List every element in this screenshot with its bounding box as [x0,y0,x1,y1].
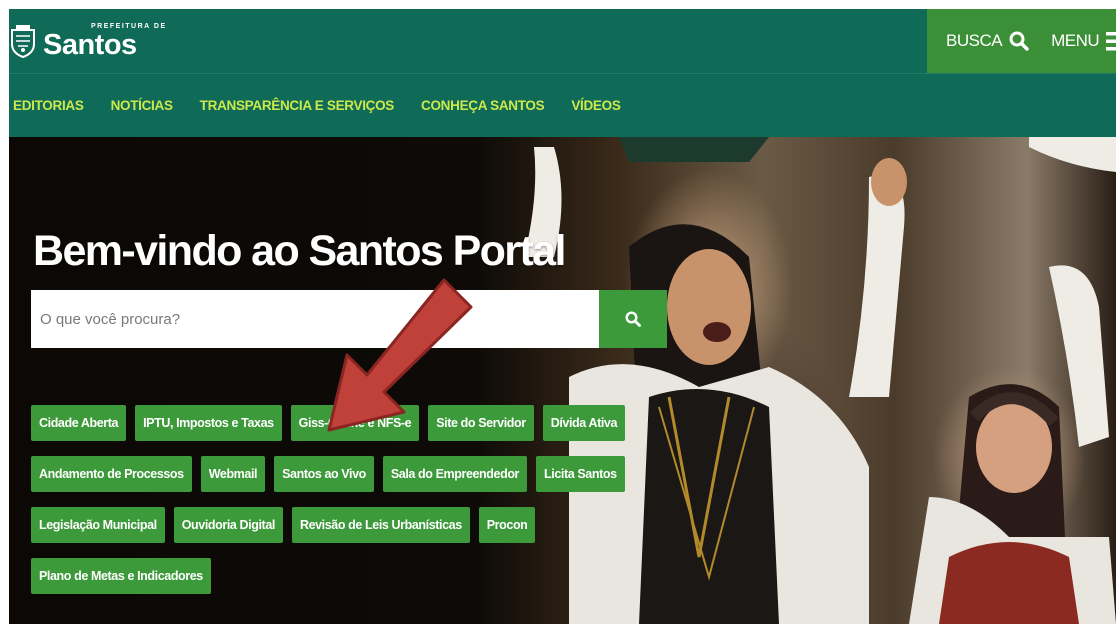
nav-transparencia[interactable]: TRANSPARÊNCIA E SERVIÇOS [200,98,395,113]
quick-link-divida-ativa[interactable]: Dívida Ativa [542,405,626,441]
search-button[interactable] [599,290,667,348]
quick-link-licita-santos[interactable]: Licita Santos [536,456,625,492]
quick-links-row: Plano de Metas e Indicadores [31,558,611,594]
city-emblem-icon [11,25,35,58]
quick-link-ouvidoria[interactable]: Ouvidoria Digital [173,507,283,543]
header-actions: BUSCA MENU [927,9,1116,73]
quick-link-cidade-aberta[interactable]: Cidade Aberta [31,405,127,441]
menu-icon [1106,32,1116,51]
menu-label: MENU [1051,31,1100,50]
top-header: PREFEITURA DE Santos BUSCA MENU [9,9,1116,73]
quick-link-revisao-leis[interactable]: Revisão de Leis Urbanísticas [291,507,470,543]
main-nav: EDITORIAS NOTÍCIAS TRANSPARÊNCIA E SERVI… [9,73,1116,137]
quick-links-row: Andamento de Processos Webmail Santos ao… [31,456,625,492]
search-icon [1009,31,1029,51]
quick-link-iptu[interactable]: IPTU, Impostos e Taxas [135,405,282,441]
search-icon [625,311,641,327]
quick-link-andamento-processos[interactable]: Andamento de Processos [31,456,192,492]
screenshot-frame: PREFEITURA DE Santos BUSCA MENU EDITORIA… [0,0,1116,624]
logo-title: Santos [43,28,137,61]
red-arrow-icon [327,278,473,432]
nav-conheca-santos[interactable]: CONHEÇA SANTOS [421,98,545,113]
quick-link-santos-ao-vivo[interactable]: Santos ao Vivo [274,456,374,492]
busca-label: BUSCA [946,31,1003,50]
quick-link-procon[interactable]: Procon [478,507,536,543]
busca-button[interactable]: BUSCA [946,31,1029,51]
hero-section: Bem-vindo ao Santos Portal Cidade Aberta… [9,137,1116,624]
quick-link-plano-metas[interactable]: Plano de Metas e Indicadores [31,558,211,594]
quick-link-legislacao[interactable]: Legislação Municipal [31,507,165,543]
santos-portal-page: PREFEITURA DE Santos BUSCA MENU EDITORIA… [9,9,1116,624]
nav-editorias[interactable]: EDITORIAS [13,98,84,113]
nav-videos[interactable]: VÍDEOS [571,98,621,113]
site-logo[interactable]: PREFEITURA DE Santos [9,15,167,67]
nav-noticias[interactable]: NOTÍCIAS [111,98,173,113]
quick-links-row: Legislação Municipal Ouvidoria Digital R… [31,507,611,543]
quick-link-webmail[interactable]: Webmail [200,456,266,492]
hero-title: Bem-vindo ao Santos Portal [33,227,566,275]
menu-button[interactable]: MENU [1051,30,1116,52]
quick-link-sala-empreendedor[interactable]: Sala do Empreendedor [382,456,528,492]
